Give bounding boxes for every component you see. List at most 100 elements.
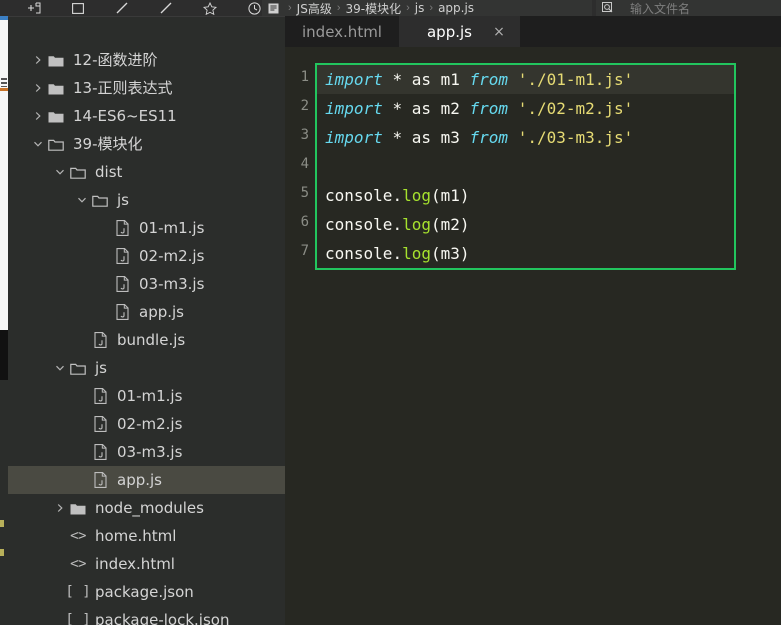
folder-closed-icon: [68, 500, 88, 516]
js-file-icon: [90, 444, 110, 460]
chevron-down-icon[interactable]: [74, 192, 90, 208]
file-search-box[interactable]: 输入文件名: [596, 0, 781, 16]
breadcrumb-item-3[interactable]: app.js: [438, 1, 474, 15]
breadcrumb-item-2[interactable]: js: [415, 1, 425, 15]
background-window-sliver: [0, 0, 8, 625]
code-line[interactable]: console.log(m2): [317, 210, 734, 239]
file-explorer-sidebar[interactable]: 12-函数进阶 13-正则表达式 14-ES6~ES11 39-模块化 dist js 01…: [8, 16, 285, 625]
breadcrumb-separator: ›: [288, 2, 292, 14]
breadcrumb[interactable]: › JS高级 › 39-模块化 › js › app.js: [262, 0, 592, 16]
tree-row[interactable]: 03-m3.js: [8, 438, 285, 466]
code-token: import: [325, 99, 383, 118]
code-line[interactable]: import * as m1 from './01-m1.js': [317, 65, 734, 94]
code-token: log: [402, 244, 431, 263]
code-token: log: [402, 215, 431, 234]
chevron-down-icon[interactable]: [52, 360, 68, 376]
tree-row[interactable]: app.js: [8, 298, 285, 326]
search-input-placeholder[interactable]: 输入文件名: [630, 0, 690, 17]
tree-row[interactable]: 13-正则表达式: [8, 74, 285, 102]
new-window-icon[interactable]: [56, 0, 100, 16]
navigate-back-icon[interactable]: [100, 0, 144, 16]
code-token: (: [430, 244, 441, 263]
html-file-icon: <>: [70, 556, 86, 572]
code-token: './01-m1.js': [517, 70, 634, 89]
json-file-icon: [ ]: [65, 612, 91, 625]
tree-row[interactable]: [ ] package-lock.json: [8, 606, 285, 625]
tree-row[interactable]: 01-m1.js: [8, 214, 285, 242]
tree-row[interactable]: [ ] package.json: [8, 578, 285, 606]
code-line[interactable]: import * as m2 from './02-m2.js': [317, 94, 734, 123]
favorite-star-icon[interactable]: [188, 0, 232, 16]
chevron-right-icon[interactable]: [30, 108, 46, 124]
tree-row[interactable]: 02-m2.js: [8, 242, 285, 270]
search-icon: [602, 2, 614, 14]
line-number: 6: [300, 214, 309, 230]
chevron-right-icon[interactable]: [30, 52, 46, 68]
folder-closed-icon: [46, 52, 66, 68]
new-file-icon[interactable]: [12, 0, 56, 16]
breadcrumb-item-0[interactable]: JS高级: [297, 0, 332, 16]
tree-row[interactable]: 39-模块化: [8, 130, 285, 158]
document-icon: [268, 3, 279, 14]
code-token: log: [402, 186, 431, 205]
chevron-right-icon[interactable]: [30, 80, 46, 96]
code-token: m3: [440, 244, 460, 263]
tree-row-label: app.js: [139, 302, 184, 321]
code-line[interactable]: console.log(m1): [317, 181, 734, 210]
tree-row-label: bundle.js: [117, 330, 186, 349]
code-token: console: [325, 244, 393, 263]
chevron-down-icon[interactable]: [52, 164, 68, 180]
tree-row-label: index.html: [95, 554, 175, 573]
code-token: as m1: [402, 70, 470, 89]
tree-row[interactable]: 01-m1.js: [8, 382, 285, 410]
folder-open-icon: [90, 192, 110, 208]
code-area[interactable]: 1 2 3 4 5 6 7 import * as m1 from './01-m1.js'…: [285, 47, 781, 625]
close-icon[interactable]: ×: [492, 24, 506, 40]
toolbar-icon-group: [12, 0, 276, 16]
tree-row[interactable]: <> home.html: [8, 522, 285, 550]
tree-row[interactable]: bundle.js: [8, 326, 285, 354]
chevron-right-icon[interactable]: [52, 500, 68, 516]
tree-row[interactable]: js: [8, 186, 285, 214]
code-token: *: [392, 99, 403, 118]
breadcrumb-item-1[interactable]: 39-模块化: [346, 0, 402, 16]
line-number: 4: [300, 156, 309, 172]
tree-row[interactable]: dist: [8, 158, 285, 186]
code-token: import: [325, 70, 383, 89]
tree-row[interactable]: 02-m2.js: [8, 410, 285, 438]
editor-tab[interactable]: app.js ×: [398, 16, 520, 47]
js-file-icon: [90, 416, 110, 432]
code-token: *: [392, 128, 403, 147]
editor-pane: index.html app.js × 1 2 3 4 5 6 7 import * as m1…: [285, 16, 781, 625]
code-line[interactable]: import * as m3 from './03-m3.js': [317, 123, 734, 152]
js-file-icon: [90, 472, 110, 488]
tree-row[interactable]: js: [8, 354, 285, 382]
top-toolbar: › JS高级 › 39-模块化 › js › app.js 输入文件名: [0, 0, 781, 16]
tree-row-label: 01-m1.js: [117, 386, 183, 405]
code-token: console: [325, 186, 393, 205]
code-highlight-box[interactable]: import * as m1 from './01-m1.js' import *…: [315, 63, 736, 270]
tree-row[interactable]: 12-函数进阶: [8, 46, 285, 74]
tree-row[interactable]: 14-ES6~ES11: [8, 102, 285, 130]
code-line[interactable]: console.log(m3): [317, 239, 734, 268]
json-file-icon: [ ]: [65, 584, 91, 600]
editor-tab-bar[interactable]: index.html app.js ×: [285, 16, 781, 47]
file-tree[interactable]: 12-函数进阶 13-正则表达式 14-ES6~ES11 39-模块化 dist js 01…: [8, 16, 285, 625]
tree-row[interactable]: app.js: [8, 466, 285, 494]
tree-row[interactable]: node_modules: [8, 494, 285, 522]
code-token: './02-m2.js': [517, 99, 634, 118]
tree-row[interactable]: <> index.html: [8, 550, 285, 578]
navigate-forward-icon[interactable]: [144, 0, 188, 16]
code-line[interactable]: [317, 152, 734, 181]
editor-tab[interactable]: index.html: [285, 16, 399, 47]
breadcrumb-separator: ›: [336, 2, 341, 14]
file-editor-window: › JS高级 › 39-模块化 › js › app.js 输入文件名 12-函…: [0, 0, 781, 625]
line-number: 1: [300, 69, 309, 85]
chevron-down-icon[interactable]: [30, 136, 46, 152]
folder-closed-icon: [46, 108, 66, 124]
tree-row[interactable]: 03-m3.js: [8, 270, 285, 298]
tree-row-label: js: [117, 190, 129, 209]
tree-row-label: 03-m3.js: [139, 274, 205, 293]
tree-row-label: 03-m3.js: [117, 442, 183, 461]
